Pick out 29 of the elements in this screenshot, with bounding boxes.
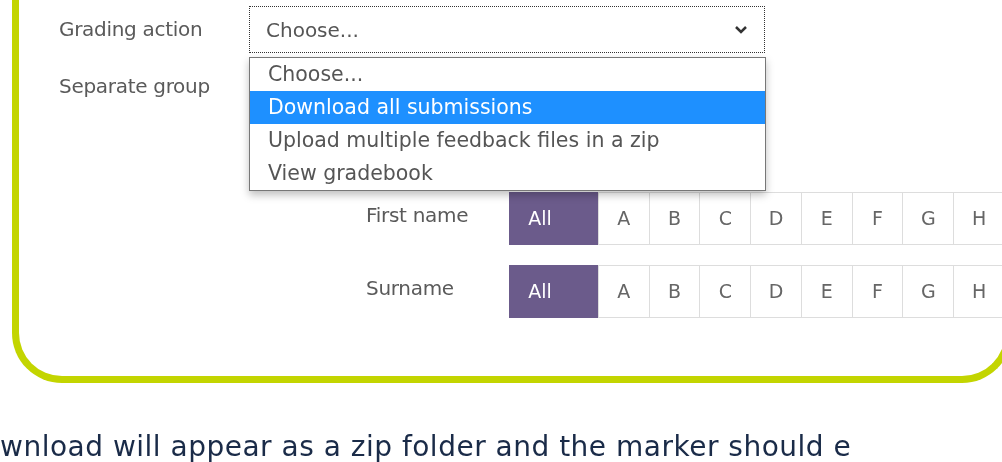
initial-filter-button[interactable]: C [699, 192, 752, 245]
body-text: wnload will appear as a zip folder and the marker should e [0, 429, 853, 462]
initial-filter-button[interactable]: All [509, 265, 599, 318]
initial-filter-button[interactable]: D [750, 192, 802, 245]
initial-filter-button[interactable]: A [597, 192, 650, 245]
chevron-down-icon [734, 24, 748, 35]
select-field[interactable]: Choose... [249, 6, 765, 53]
dropdown-option[interactable]: Choose... [250, 58, 765, 91]
dropdown-option[interactable]: Download all submissions [250, 91, 765, 124]
initial-filter-button[interactable]: B [648, 192, 701, 245]
initial-filter-button[interactable]: E [800, 192, 853, 245]
initial-filter-button[interactable]: G [902, 192, 955, 245]
initial-filter-button[interactable]: H [953, 265, 1002, 318]
filter-label: Surname [366, 275, 455, 302]
initial-filter-button[interactable]: A [597, 265, 650, 318]
initial-filter-button[interactable]: All [509, 192, 599, 245]
filter-label: First name [366, 202, 470, 229]
initial-filter-button[interactable]: G [902, 265, 955, 318]
initial-filter-button[interactable]: F [851, 192, 904, 245]
initial-filter-button[interactable]: D [750, 265, 802, 318]
initial-filter-button[interactable]: B [648, 265, 701, 318]
field-label: Grading action [59, 16, 204, 43]
initial-filter-button[interactable]: H [953, 192, 1002, 245]
field-label: Separate group [59, 73, 210, 100]
dropdown-option[interactable]: View gradebook [250, 157, 765, 190]
initial-filter-button[interactable]: E [800, 265, 853, 318]
initial-filter-button[interactable]: F [851, 265, 904, 318]
dropdown-option[interactable]: Upload multiple feedback files in a zip [250, 124, 765, 157]
initial-filter-button[interactable]: C [699, 265, 752, 318]
